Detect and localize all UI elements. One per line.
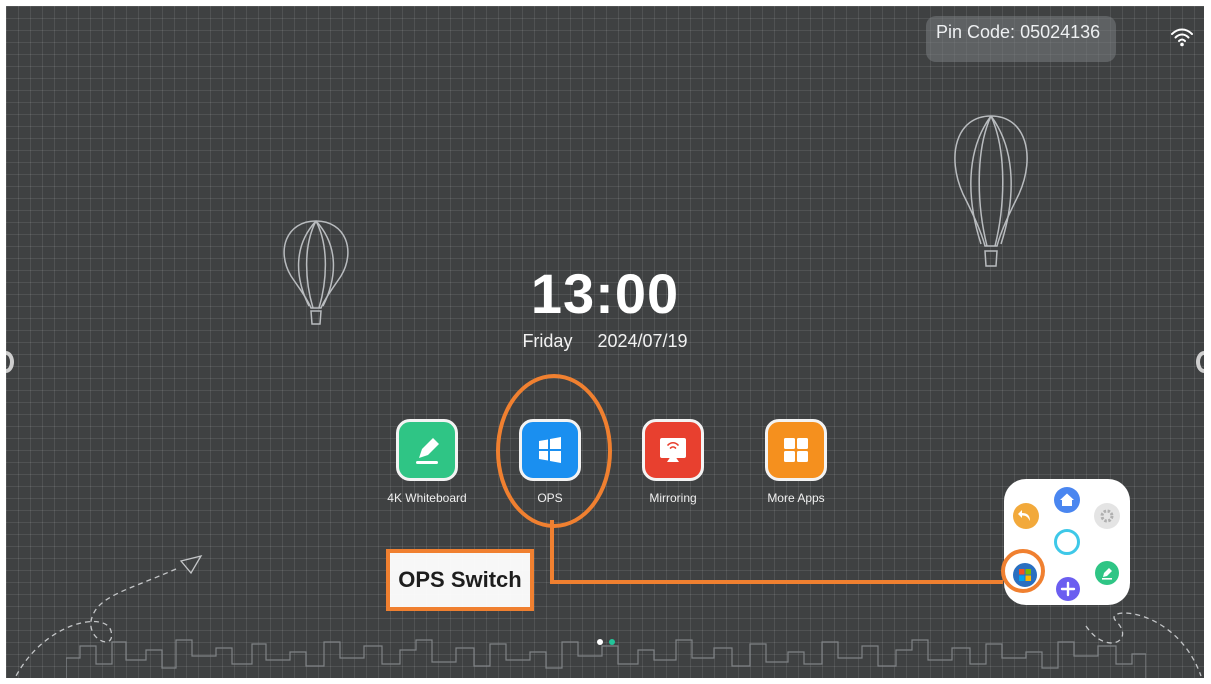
ops-highlight-circle bbox=[496, 374, 612, 528]
pin-code-bubble: Pin Code: 05024136 bbox=[926, 16, 1116, 62]
settings-icon[interactable] bbox=[1094, 503, 1120, 529]
app-label: 4K Whiteboard bbox=[387, 491, 467, 505]
ops-switch-highlight-ring bbox=[1001, 549, 1045, 593]
callout-line-horizontal bbox=[550, 580, 1003, 584]
wifi-icon[interactable] bbox=[1170, 26, 1194, 48]
app-label: Mirroring bbox=[649, 491, 697, 505]
page-dot[interactable] bbox=[609, 639, 616, 645]
app-label: More Apps bbox=[767, 491, 825, 505]
back-icon[interactable] bbox=[1013, 503, 1039, 529]
left-edge-handle[interactable] bbox=[6, 351, 14, 373]
grid-icon bbox=[765, 419, 827, 481]
hot-air-balloon-decoration bbox=[954, 115, 1028, 267]
home-screen: Pin Code: 05024136 13:00 Friday 2024/07/… bbox=[6, 6, 1204, 678]
date: 2024/07/19 bbox=[597, 331, 688, 351]
callout-line-vertical bbox=[550, 520, 554, 582]
page-indicator bbox=[596, 632, 616, 650]
weekday: Friday bbox=[522, 331, 573, 351]
date-row: Friday 2024/07/19 bbox=[6, 331, 1204, 352]
center-circle-icon[interactable] bbox=[1054, 529, 1080, 555]
add-icon[interactable] bbox=[1056, 577, 1080, 601]
ops-switch-callout: OPS Switch bbox=[386, 549, 534, 611]
annotate-icon[interactable] bbox=[1095, 561, 1119, 585]
page-dot-active[interactable] bbox=[597, 639, 603, 645]
app-mirroring[interactable]: Mirroring bbox=[618, 419, 728, 505]
pencil-icon bbox=[396, 419, 458, 481]
pin-code-label: Pin Code: bbox=[936, 22, 1016, 42]
home-icon[interactable] bbox=[1054, 487, 1080, 513]
screen-cast-icon bbox=[642, 419, 704, 481]
pin-code-value: 05024136 bbox=[1020, 22, 1101, 42]
app-4k-whiteboard[interactable]: 4K Whiteboard bbox=[372, 419, 482, 505]
clock-time: 13:00 bbox=[530, 262, 680, 325]
app-more-apps[interactable]: More Apps bbox=[741, 419, 851, 505]
right-edge-handle[interactable] bbox=[1196, 351, 1204, 373]
